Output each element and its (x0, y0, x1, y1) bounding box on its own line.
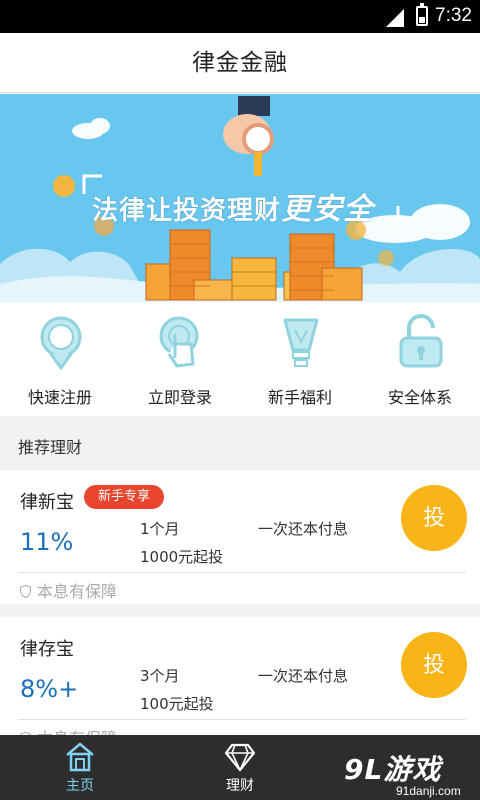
signal-icon (386, 9, 404, 27)
product-period: 3个月 (140, 667, 180, 685)
quick-register-button[interactable]: 快速注册 (0, 302, 120, 416)
quick-login-button[interactable]: 立即登录 (120, 302, 240, 416)
house-icon (66, 742, 94, 772)
quick-login-label: 立即登录 (147, 388, 212, 407)
product-card[interactable]: 律存宝 8%+ 3个月 100元起投 一次还本付息 投 本息有保障 (0, 617, 480, 748)
page-title: 律金金融 (192, 50, 288, 76)
guarantee-note: 本息有保障 (20, 578, 117, 602)
product-card[interactable]: 律新宝 新手专享 11% 1个月 1000元起投 一次还本付息 投 本息有保障 (0, 470, 480, 604)
quick-menu: 快速注册 立即登录 新手福利 安全体系 (0, 302, 480, 416)
newbie-badge: 新手专享 (84, 485, 165, 509)
location-pin-icon (40, 316, 82, 370)
padlock-icon (399, 314, 443, 368)
guarantee-text: 本息有保障 (37, 582, 118, 601)
product-min-amount: 1000元起投 (140, 548, 224, 566)
product-repayment: 一次还本付息 (258, 667, 349, 685)
tab-finance-label: 理财 (226, 778, 254, 794)
invest-button[interactable]: 投 (401, 485, 467, 551)
promo-banner[interactable]: 法律让投资理财更安全 (0, 94, 480, 302)
tab-finance[interactable]: 理财 (160, 735, 320, 800)
newbie-benefits-button[interactable]: 新手福利 (240, 302, 360, 416)
card-divider (18, 572, 466, 573)
product-name: 律新宝 (20, 492, 74, 513)
watermark-logo: 9L游戏 (344, 753, 442, 786)
quick-register-label: 快速注册 (27, 388, 92, 407)
security-system-label: 安全体系 (387, 388, 452, 407)
security-system-button[interactable]: 安全体系 (360, 302, 480, 416)
newbie-benefits-label: 新手福利 (267, 388, 332, 407)
invest-button[interactable]: 投 (401, 632, 467, 698)
status-time: 7:32 (435, 5, 472, 26)
battery-icon (416, 3, 428, 26)
product-repayment: 一次还本付息 (258, 520, 349, 538)
recommend-section-title: 推荐理财 (18, 438, 83, 457)
tab-home-label: 主页 (66, 778, 94, 794)
card-divider (18, 719, 466, 720)
product-min-amount: 100元起投 (140, 695, 214, 713)
banner-slogan: 法律让投资理财更安全 (92, 184, 374, 228)
tab-home[interactable]: 主页 (0, 735, 160, 800)
recommend-section-header: 推荐理财 (0, 416, 480, 470)
watermark-url: 91danji.com (396, 784, 461, 798)
status-bar: 7:32 (0, 0, 480, 33)
touch-hand-icon (159, 316, 199, 368)
site-watermark: 9L游戏 91danji.com (344, 742, 480, 800)
product-period: 1个月 (140, 520, 180, 538)
shield-icon (20, 585, 31, 598)
product-rate: 11% (20, 528, 74, 556)
lightbulb-icon (283, 318, 319, 367)
banner-slogan-main: 法律让投资理财 (92, 196, 282, 226)
product-rate: 8%+ (20, 675, 79, 703)
diamond-icon (224, 743, 256, 772)
title-bar: 律金金融 (0, 33, 480, 93)
banner-slogan-emphasis: 更安全 (281, 192, 375, 227)
product-name: 律存宝 (20, 639, 74, 660)
